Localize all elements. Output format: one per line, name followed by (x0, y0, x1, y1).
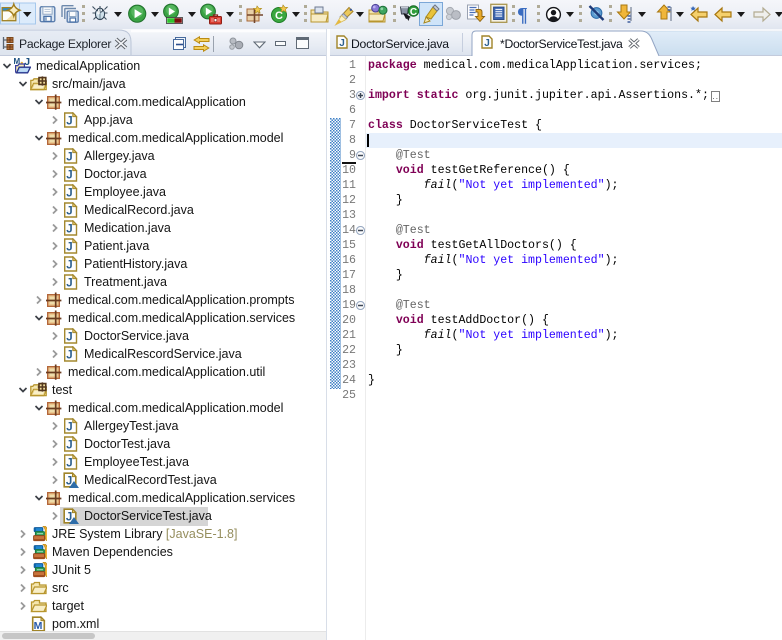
svg-text:C: C (410, 7, 417, 18)
svg-text:¶: ¶ (517, 4, 528, 26)
